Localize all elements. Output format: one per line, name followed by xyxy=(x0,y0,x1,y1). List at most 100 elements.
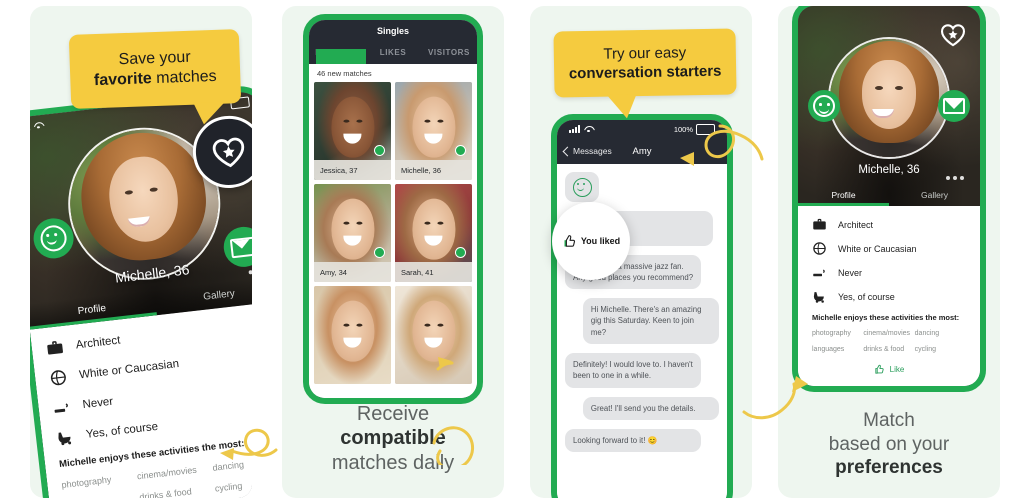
speech-line-1: Try our easy xyxy=(603,44,687,63)
online-status-dot xyxy=(455,247,466,258)
profile-details-sheet: Architect White or Caucasian Never Yes, … xyxy=(798,206,980,386)
tab-gallery[interactable]: Gallery xyxy=(889,190,980,200)
phone-screen: Michelle, 36 Profile Gallery Architect W… xyxy=(798,6,980,386)
speech-line-1: Save your xyxy=(118,48,191,68)
message-action-button[interactable] xyxy=(938,90,970,122)
activity-tag: cycling xyxy=(214,480,243,494)
phone-frame-profile: Michelle, 36 Profile Gallery Architect W… xyxy=(792,6,986,392)
tab-visitors[interactable]: VISITORS xyxy=(421,42,477,64)
wifi-icon xyxy=(33,121,43,129)
activity-tag: dancing xyxy=(914,330,940,337)
caption-compatible-matches: Receive compatible matches daily xyxy=(282,402,504,476)
match-name: Sarah, 41 xyxy=(395,262,472,282)
activity-tag: photography xyxy=(812,330,851,337)
detail-text: Architect xyxy=(838,219,874,230)
phone-screen: 100% Messages Amy Hi Chris! I'm a massiv… xyxy=(557,120,727,498)
caption-line-2: based on your xyxy=(828,433,950,455)
speech-line-2: matches xyxy=(151,67,217,88)
speech-bubble-conversation-starters: Try our easy conversation starters xyxy=(553,28,737,98)
smoking-icon xyxy=(812,265,827,280)
more-options-icon[interactable] xyxy=(946,176,964,180)
detail-text: Never xyxy=(81,395,114,412)
stroller-icon xyxy=(812,289,827,304)
new-matches-count: 46 new matches xyxy=(317,69,372,78)
smile-action-button[interactable] xyxy=(31,216,76,261)
like-label: Like xyxy=(889,365,905,374)
activity-tag: drinks & food xyxy=(138,486,193,498)
match-name: Jessica, 37 xyxy=(314,160,391,180)
status-left xyxy=(30,121,43,132)
caption-bold: compatible xyxy=(340,427,446,450)
ethnicity-icon xyxy=(812,241,827,256)
matches-grid: Jessica, 37 Michelle, 36 Amy, 34 Sarah, … xyxy=(309,82,477,384)
tab-profile[interactable]: Profile xyxy=(798,190,889,200)
caption-bold: preferences xyxy=(835,457,943,479)
smiley-icon xyxy=(39,223,68,253)
chat-bubble-them: Definitely! I would love to. I haven't b… xyxy=(565,353,702,388)
panel-compatible-matches: Singles MATCHES LIKES VISITORS 46 new ma… xyxy=(282,6,504,498)
thumbs-up-icon xyxy=(874,364,885,375)
activity-tag: drinks & food xyxy=(863,346,905,353)
ethnicity-icon xyxy=(48,368,68,388)
caption-line-1: Match xyxy=(863,410,915,432)
panel-save-favorites: Michelle, 36 Profile Gallery Architect W… xyxy=(30,6,252,498)
screenshot-stage: Michelle, 36 Profile Gallery Architect W… xyxy=(0,0,1024,500)
heart-star-icon xyxy=(210,135,247,170)
like-button[interactable]: Like xyxy=(812,364,966,375)
envelope-icon xyxy=(943,98,965,114)
speech-bold: favorite xyxy=(93,70,153,90)
chat-title: Amy xyxy=(632,145,652,157)
match-card[interactable]: Amy, 34 xyxy=(314,184,391,282)
status-bar: 100% xyxy=(557,120,727,138)
chevron-left-icon xyxy=(562,146,573,156)
panel-match-preferences: Michelle, 36 Profile Gallery Architect W… xyxy=(778,6,1000,498)
detail-text: Never xyxy=(838,267,863,278)
match-card[interactable]: Jessica, 37 xyxy=(314,82,391,180)
caption-line-3: matches daily xyxy=(331,452,455,475)
activity-tag: dancing xyxy=(211,459,245,473)
briefcase-icon xyxy=(812,217,827,232)
chat-bubble-them: Looking forward to it! 😊 xyxy=(565,428,702,453)
phone-mockup-profile-tilted: Michelle, 36 Profile Gallery Architect W… xyxy=(30,83,252,498)
back-label: Messages xyxy=(573,146,612,156)
tab-active-underline xyxy=(798,203,889,206)
briefcase-icon xyxy=(45,338,65,358)
thumbs-up-icon xyxy=(562,234,577,249)
more-options-icon[interactable] xyxy=(248,268,252,275)
activity-tag: photography xyxy=(60,474,112,491)
match-card[interactable]: Sarah, 41 xyxy=(395,184,472,282)
signal-bars-icon xyxy=(569,125,580,133)
smiley-icon xyxy=(572,177,592,197)
caption-match-preferences: Match based on your preferences xyxy=(778,409,1000,480)
app-title: Singles xyxy=(376,26,409,36)
tab-gallery[interactable]: Gallery xyxy=(155,282,252,307)
activities-list: photography cinema/movies dancing langua… xyxy=(812,330,966,362)
detail-text: White or Caucasian xyxy=(838,243,917,254)
app-header: Singles MATCHES LIKES VISITORS xyxy=(309,20,477,64)
match-card[interactable] xyxy=(314,286,391,384)
match-card[interactable]: Michelle, 36 xyxy=(395,82,472,180)
tab-active-underline xyxy=(315,48,367,64)
favorite-badge-button[interactable] xyxy=(938,20,968,50)
matches-body: 46 new matches Jessica, 37 Michelle, 36 … xyxy=(309,64,477,398)
smiley-icon xyxy=(813,95,835,117)
smoking-icon xyxy=(52,398,72,418)
detail-row: Never xyxy=(812,265,966,280)
battery-icon xyxy=(696,123,715,135)
match-card[interactable] xyxy=(395,286,472,384)
tab-likes[interactable]: LIKES xyxy=(365,42,421,64)
speech-bubble-save-favorites: Save your favorite matches xyxy=(68,29,242,109)
caption-line-1: Receive xyxy=(356,402,430,425)
phone-screen: Singles MATCHES LIKES VISITORS 46 new ma… xyxy=(309,20,477,398)
activity-tag: cycling xyxy=(914,346,937,353)
battery-label: 100% xyxy=(673,124,693,134)
heart-star-icon xyxy=(940,23,966,47)
chat-header: 100% Messages Amy xyxy=(557,120,727,164)
back-to-messages-button[interactable]: Messages xyxy=(562,146,612,156)
wifi-icon xyxy=(584,126,593,133)
online-status-dot xyxy=(455,145,466,156)
profile-hero-photo: Michelle, 36 Profile Gallery xyxy=(798,6,980,206)
chat-bubble-me: Great! I'll send you the details. xyxy=(582,396,719,420)
smile-action-button[interactable] xyxy=(808,90,840,122)
activity-tag: languages xyxy=(812,346,845,353)
